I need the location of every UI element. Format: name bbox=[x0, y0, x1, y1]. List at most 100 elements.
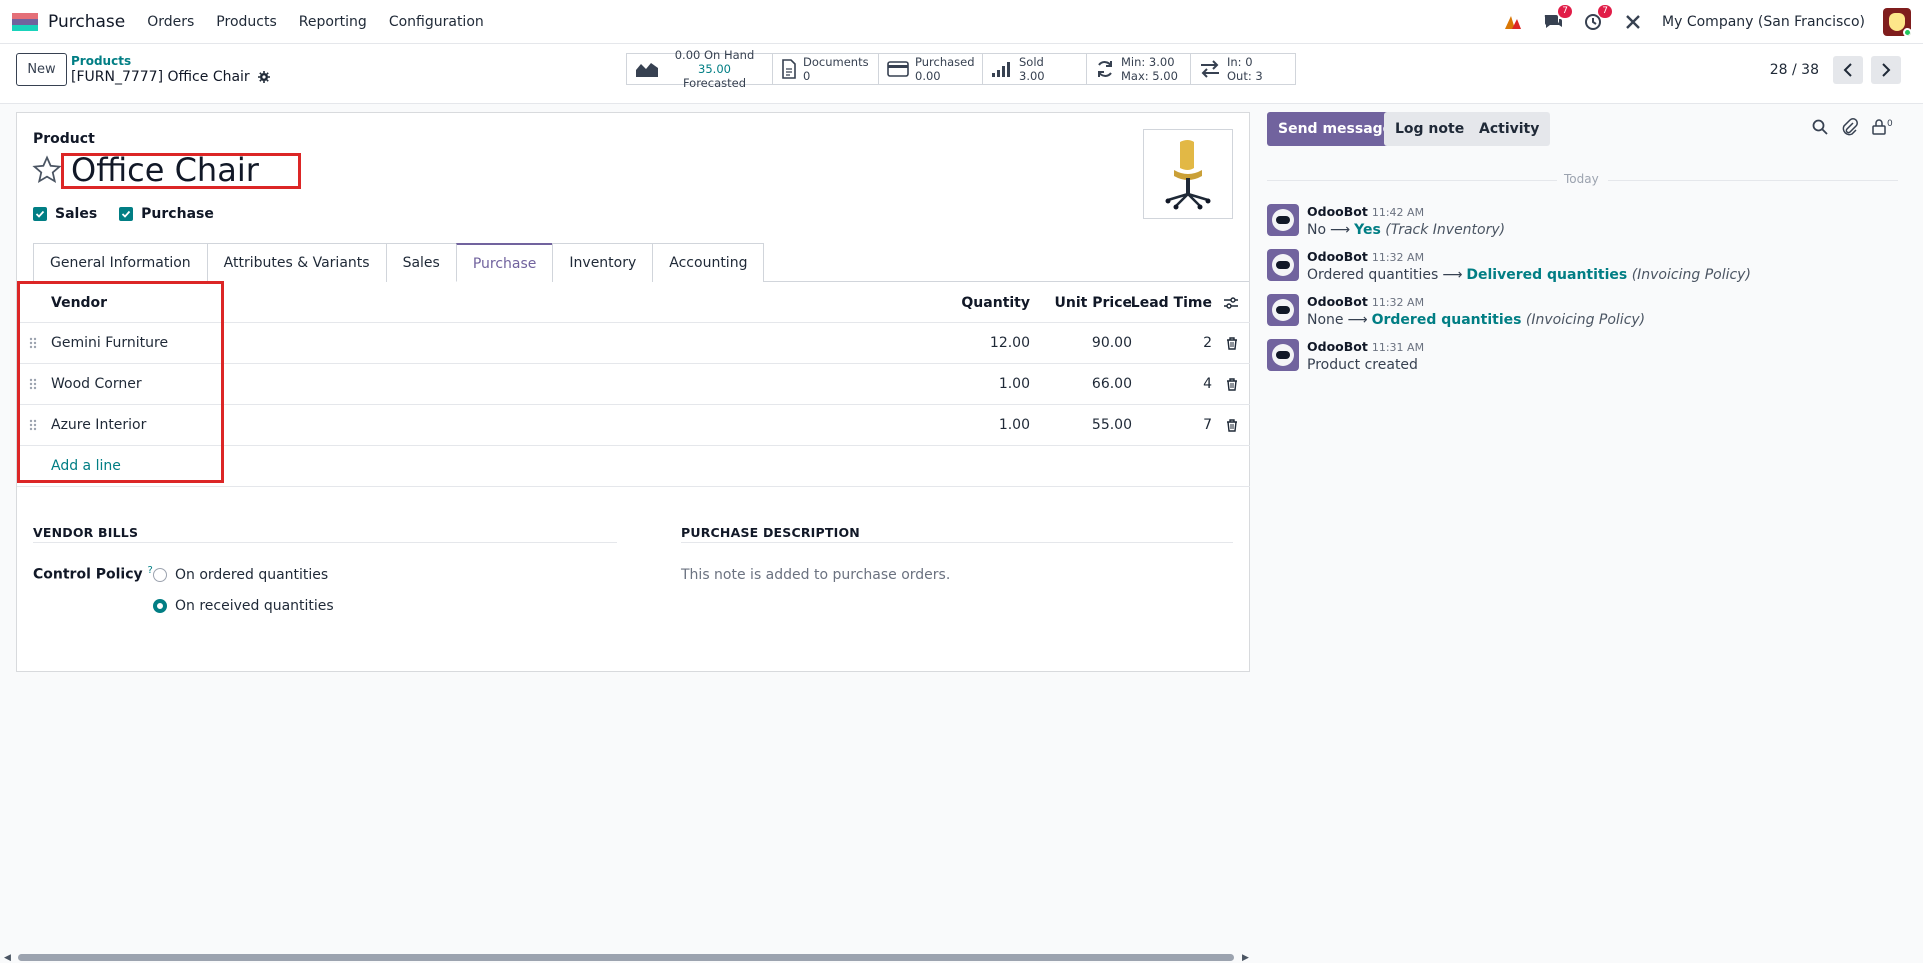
message-author[interactable]: OdooBot bbox=[1307, 249, 1368, 264]
scroll-left-icon[interactable]: ◀ bbox=[4, 953, 11, 963]
highlight-vendor-column bbox=[17, 281, 224, 483]
credit-card-icon bbox=[887, 61, 909, 77]
new-value: Ordered quantities bbox=[1371, 312, 1522, 328]
control-policy-label: Control Policy ? bbox=[33, 565, 153, 583]
search-icon[interactable] bbox=[1812, 119, 1828, 135]
old-value: None bbox=[1307, 312, 1344, 328]
log-note-button[interactable]: Log note bbox=[1384, 112, 1476, 146]
radio-ordered-quantities[interactable]: On ordered quantities bbox=[153, 567, 328, 583]
message-time: 11:42 AM bbox=[1371, 206, 1425, 219]
pager-value[interactable]: 28 / 38 bbox=[1770, 62, 1819, 78]
old-value: Ordered quantities bbox=[1307, 267, 1439, 283]
purchased-button[interactable]: Purchased 0.00 bbox=[879, 54, 983, 84]
odoobot-avatar[interactable] bbox=[1267, 249, 1299, 281]
column-settings-icon[interactable] bbox=[1224, 283, 1238, 323]
message-author[interactable]: OdooBot bbox=[1307, 204, 1368, 219]
activity-button[interactable]: Activity bbox=[1468, 112, 1551, 146]
signal-bars-icon bbox=[992, 62, 1010, 77]
tab-general-information[interactable]: General Information bbox=[33, 243, 208, 282]
activities-icon[interactable]: 7 bbox=[1582, 4, 1613, 33]
header-quantity[interactable]: Quantity bbox=[961, 283, 1030, 323]
scroll-right-icon[interactable]: ▶ bbox=[1242, 953, 1249, 963]
debug-icon[interactable] bbox=[1502, 11, 1524, 33]
quantity-cell[interactable]: 1.00 bbox=[999, 405, 1030, 445]
tab-attributes-variants[interactable]: Attributes & Variants bbox=[206, 243, 387, 282]
app-name[interactable]: Purchase bbox=[48, 12, 125, 32]
unit-price-cell[interactable]: 66.00 bbox=[1092, 364, 1132, 404]
sold-button[interactable]: Sold 3.00 bbox=[983, 54, 1087, 84]
followers-count: 0 bbox=[1887, 119, 1893, 129]
product-image[interactable] bbox=[1143, 129, 1233, 219]
unit-price-cell[interactable]: 55.00 bbox=[1092, 405, 1132, 445]
activities-badge: 7 bbox=[1598, 4, 1613, 18]
old-value: No bbox=[1307, 222, 1327, 238]
user-avatar[interactable] bbox=[1883, 7, 1911, 36]
tab-purchase[interactable]: Purchase bbox=[455, 243, 554, 282]
tools-icon[interactable] bbox=[1622, 11, 1644, 33]
company-switcher[interactable]: My Company (San Francisco) bbox=[1662, 14, 1865, 30]
quantity-cell[interactable]: 1.00 bbox=[999, 364, 1030, 404]
message-time: 11:32 AM bbox=[1371, 296, 1425, 309]
odoobot-avatar[interactable] bbox=[1267, 204, 1299, 236]
message-time: 11:32 AM bbox=[1371, 251, 1425, 264]
paperclip-icon[interactable] bbox=[1842, 118, 1858, 136]
vendor-bills-divider bbox=[33, 542, 617, 543]
app-logo-icon[interactable] bbox=[12, 12, 38, 31]
unit-price-cell[interactable]: 90.00 bbox=[1092, 323, 1132, 363]
tab-accounting[interactable]: Accounting bbox=[652, 243, 765, 282]
trash-icon[interactable] bbox=[1226, 323, 1238, 363]
on-hand-button[interactable]: 0.00 On Hand 35.00 Forecasted bbox=[627, 48, 773, 90]
office-chair-image bbox=[1165, 140, 1211, 210]
trash-icon[interactable] bbox=[1226, 405, 1238, 445]
menu-configuration[interactable]: Configuration bbox=[389, 14, 484, 30]
pager-next-button[interactable] bbox=[1871, 56, 1901, 84]
purchase-description-input[interactable]: This note is added to purchase orders. bbox=[681, 567, 950, 583]
record-title: [FURN_7777] Office Chair bbox=[71, 69, 250, 85]
in-out-button[interactable]: In: 0 Out: 3 bbox=[1191, 54, 1295, 84]
menu-products[interactable]: Products bbox=[216, 14, 276, 30]
new-value: Yes bbox=[1354, 222, 1381, 238]
message-author[interactable]: OdooBot bbox=[1307, 294, 1368, 309]
lead-time-cell[interactable]: 2 bbox=[1203, 323, 1212, 363]
forecast-value: 35.00 Forecasted bbox=[682, 62, 747, 90]
transfer-arrows-icon bbox=[1201, 60, 1219, 78]
documents-button[interactable]: Documents 0 bbox=[773, 54, 879, 84]
min-max-button[interactable]: Min: 3.00 Max: 5.00 bbox=[1087, 54, 1191, 84]
lead-time-cell[interactable]: 4 bbox=[1203, 364, 1212, 404]
star-icon[interactable] bbox=[32, 155, 62, 185]
odoobot-avatar[interactable] bbox=[1267, 339, 1299, 371]
lead-time-cell[interactable]: 7 bbox=[1203, 405, 1212, 445]
messages-icon[interactable]: 7 bbox=[1542, 4, 1573, 33]
header-unit-price[interactable]: Unit Price bbox=[1055, 283, 1132, 323]
radio-ordered-indicator[interactable] bbox=[153, 568, 167, 582]
breadcrumb-products[interactable]: Products bbox=[71, 54, 131, 68]
tab-inventory[interactable]: Inventory bbox=[552, 243, 654, 282]
gear-icon[interactable] bbox=[257, 71, 270, 83]
scrollbar-thumb[interactable] bbox=[18, 954, 1234, 961]
refresh-icon bbox=[1098, 61, 1112, 77]
sales-checkbox[interactable]: Sales bbox=[33, 206, 97, 222]
new-button[interactable]: New bbox=[16, 53, 67, 86]
header-lead-time[interactable]: Lead Time bbox=[1131, 283, 1212, 323]
radio-received-indicator[interactable] bbox=[153, 599, 167, 613]
message-author[interactable]: OdooBot bbox=[1307, 339, 1368, 354]
highlight-product-name bbox=[61, 153, 301, 189]
purchase-checkbox[interactable]: Purchase bbox=[119, 206, 214, 222]
trash-icon[interactable] bbox=[1226, 364, 1238, 404]
arrow-right-icon: ⟶ bbox=[1347, 312, 1368, 328]
followers-button[interactable]: 0 bbox=[1872, 119, 1893, 135]
vendor-bills-title: VENDOR BILLS bbox=[33, 525, 139, 540]
send-message-button[interactable]: Send message bbox=[1267, 112, 1404, 146]
pager-prev-button[interactable] bbox=[1833, 56, 1863, 84]
messages-badge: 7 bbox=[1558, 4, 1573, 18]
tracked-field: (Invoicing Policy) bbox=[1525, 312, 1646, 328]
product-form-sheet: Product Office Chair Sales Purchase Gene… bbox=[16, 112, 1250, 672]
horizontal-scrollbar[interactable]: ◀ ▶ bbox=[0, 950, 1255, 963]
menu-reporting[interactable]: Reporting bbox=[299, 14, 367, 30]
radio-received-quantities[interactable]: On received quantities bbox=[153, 598, 334, 614]
menu-orders[interactable]: Orders bbox=[147, 14, 194, 30]
odoobot-avatar[interactable] bbox=[1267, 294, 1299, 326]
quantity-cell[interactable]: 12.00 bbox=[990, 323, 1030, 363]
tab-sales[interactable]: Sales bbox=[385, 243, 457, 282]
radio-received-label: On received quantities bbox=[175, 598, 334, 614]
